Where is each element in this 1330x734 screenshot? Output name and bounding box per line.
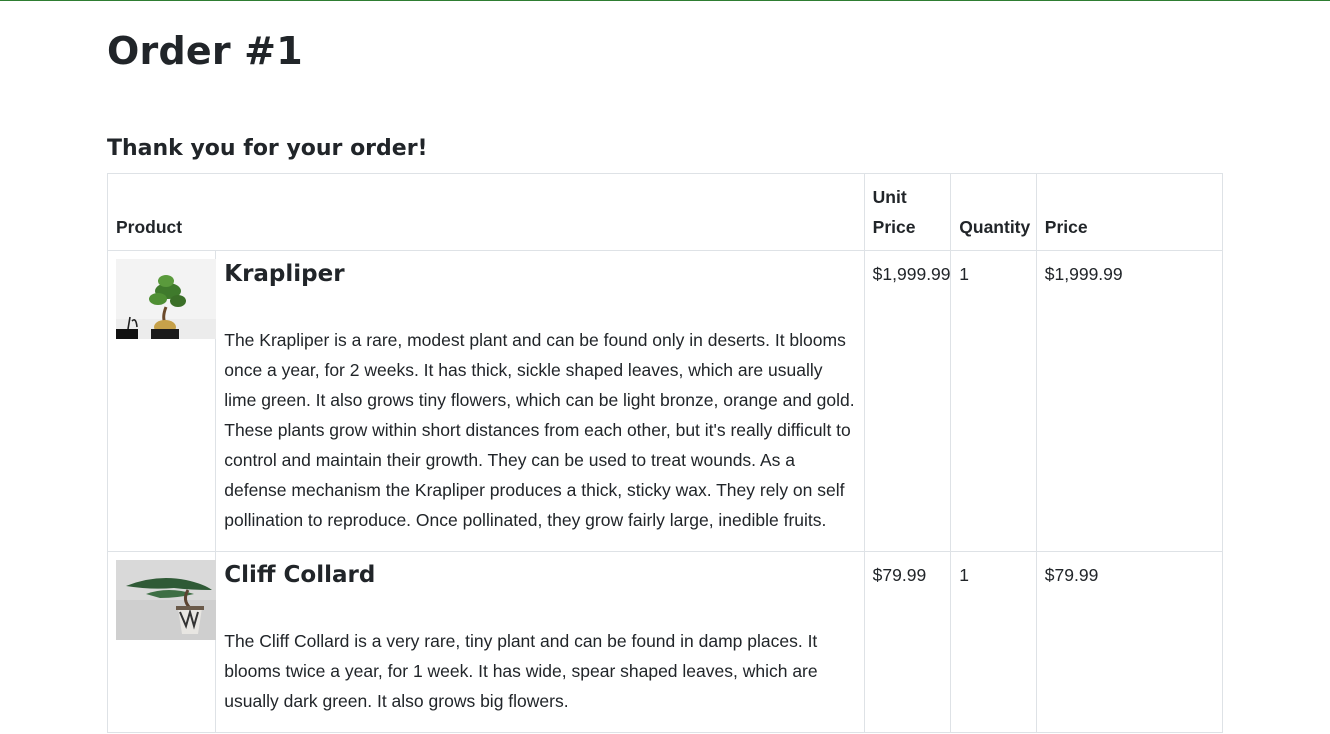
- product-description: The Krapliper is a rare, modest plant an…: [224, 330, 855, 530]
- product-name[interactable]: Cliff Collard: [224, 560, 855, 590]
- juniper-bonsai-photo-icon[interactable]: [116, 560, 216, 640]
- product-description: The Cliff Collard is a very rare, tiny p…: [224, 631, 818, 711]
- top-accent-rule: [0, 0, 1330, 1]
- product-details-cell: Krapliper The Krapliper is a rare, modes…: [215, 250, 865, 552]
- quantity-cell: 1: [950, 250, 1037, 552]
- order-items-table: Product Unit Price Quantity Price Krapli…: [106, 173, 1224, 733]
- price-cell: $1,999.99: [1035, 250, 1224, 552]
- product-details-cell: Cliff Collard The Cliff Collard is a ver…: [215, 551, 865, 733]
- order-confirmation-message: Thank you for your order!: [107, 136, 428, 161]
- header-product: Product: [107, 173, 865, 251]
- product-image-cell: [106, 551, 217, 733]
- price-cell: $79.99: [1035, 551, 1224, 733]
- table-header-row: Product Unit Price Quantity Price: [107, 173, 1224, 251]
- unit-price-cell: $79.99: [863, 551, 952, 733]
- header-price: Price: [1035, 173, 1224, 251]
- page-title: Order #1: [107, 29, 303, 73]
- header-quantity: Quantity: [950, 173, 1037, 251]
- bonsai-plant-photo-icon[interactable]: [116, 259, 216, 339]
- header-unit-price: Unit Price: [863, 173, 952, 251]
- product-image-cell: [106, 250, 217, 552]
- quantity-cell: 1: [950, 551, 1037, 733]
- table-row: Cliff Collard The Cliff Collard is a ver…: [106, 551, 1224, 733]
- product-name[interactable]: Krapliper: [224, 259, 855, 289]
- table-row: Krapliper The Krapliper is a rare, modes…: [106, 250, 1224, 552]
- unit-price-cell: $1,999.99: [863, 250, 952, 552]
